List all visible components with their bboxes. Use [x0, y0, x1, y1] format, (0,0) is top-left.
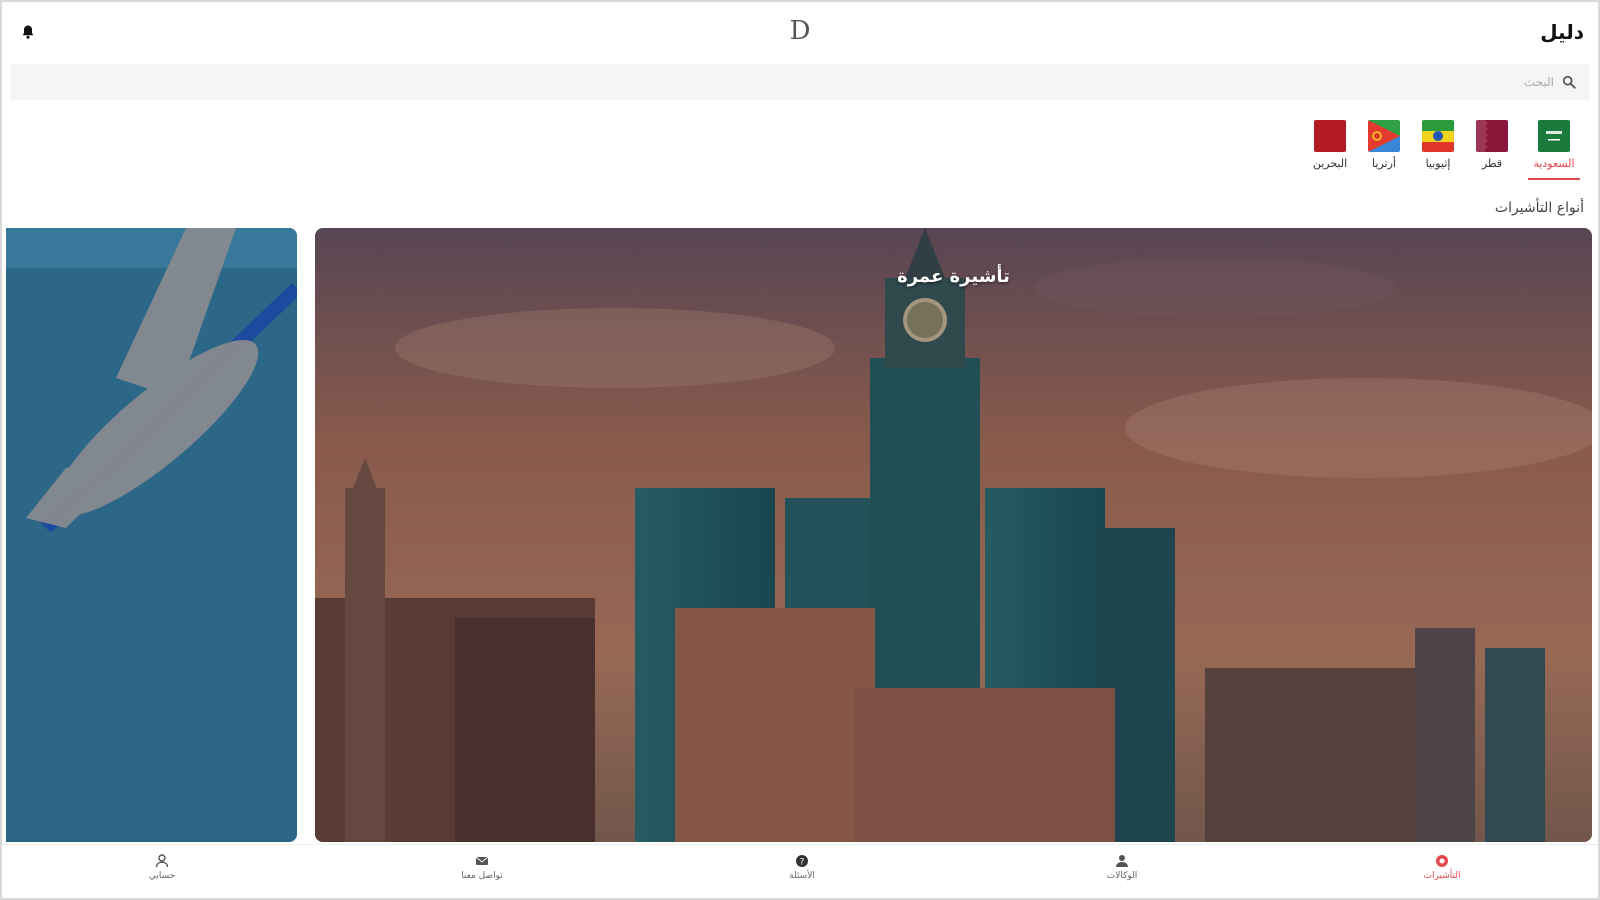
eritrea-flag-icon [1368, 120, 1400, 152]
nav-account[interactable]: حسابي [122, 853, 202, 881]
country-eritrea[interactable]: أرتريا [1366, 120, 1402, 180]
bottom-navigation: التأشيرات الوكالات ? الأسئلة تواصل معنا … [2, 844, 1598, 898]
country-label: قطر [1481, 157, 1503, 170]
country-label: البحرين [1312, 157, 1348, 170]
app-window: دليل D السع [0, 0, 1600, 900]
top-bar: دليل D [2, 2, 1598, 60]
contact-icon [475, 853, 489, 867]
account-icon [155, 853, 169, 868]
nav-visas[interactable]: التأشيرات [1402, 853, 1482, 881]
airplane-illustration [6, 228, 297, 842]
app-title: دليل [1540, 20, 1584, 44]
saudi-flag-icon [1538, 120, 1570, 152]
country-saudi[interactable]: السعودية [1528, 120, 1580, 180]
app-logo: D [789, 16, 811, 46]
bell-icon[interactable] [20, 24, 36, 40]
nav-agencies[interactable]: الوكالات [1082, 853, 1162, 881]
ethiopia-flag-icon [1422, 120, 1454, 152]
country-label: إثيوبيا [1425, 157, 1451, 170]
country-selector: السعودية قطر إثيوبيا أرتريا البحرين [1312, 120, 1580, 180]
agency-icon [1115, 853, 1129, 867]
question-icon: ? [795, 853, 809, 868]
nav-contact[interactable]: تواصل معنا [442, 853, 522, 881]
nav-label: الوكالات [1106, 871, 1138, 881]
country-qatar[interactable]: قطر [1474, 120, 1510, 180]
nav-label: الأسئلة [789, 871, 815, 881]
nav-questions[interactable]: ? الأسئلة [762, 853, 842, 881]
svg-text:?: ? [800, 858, 805, 868]
nav-label: التأشيرات [1423, 871, 1461, 881]
visa-card-next[interactable] [6, 228, 297, 842]
bahrain-flag-icon [1314, 120, 1346, 152]
qatar-flag-icon [1476, 120, 1508, 152]
search-bar[interactable] [10, 64, 1590, 100]
country-ethiopia[interactable]: إثيوبيا [1420, 120, 1456, 180]
card-caption: تأشيرة عمرة [897, 266, 1010, 287]
country-bahrain[interactable]: البحرين [1312, 120, 1348, 180]
search-icon [1562, 74, 1578, 90]
country-label: السعودية [1533, 157, 1575, 170]
visa-card-umrah[interactable]: تأشيرة عمرة [315, 228, 1592, 842]
makkah-clock-tower-image [315, 228, 1592, 842]
nav-label: تواصل معنا [461, 871, 503, 881]
country-label: أرتريا [1372, 157, 1396, 170]
visa-icon [1435, 853, 1449, 867]
section-title: أنواع التأشيرات [1494, 200, 1584, 216]
search-input[interactable] [154, 70, 1554, 94]
nav-label: حسابي [148, 871, 176, 881]
